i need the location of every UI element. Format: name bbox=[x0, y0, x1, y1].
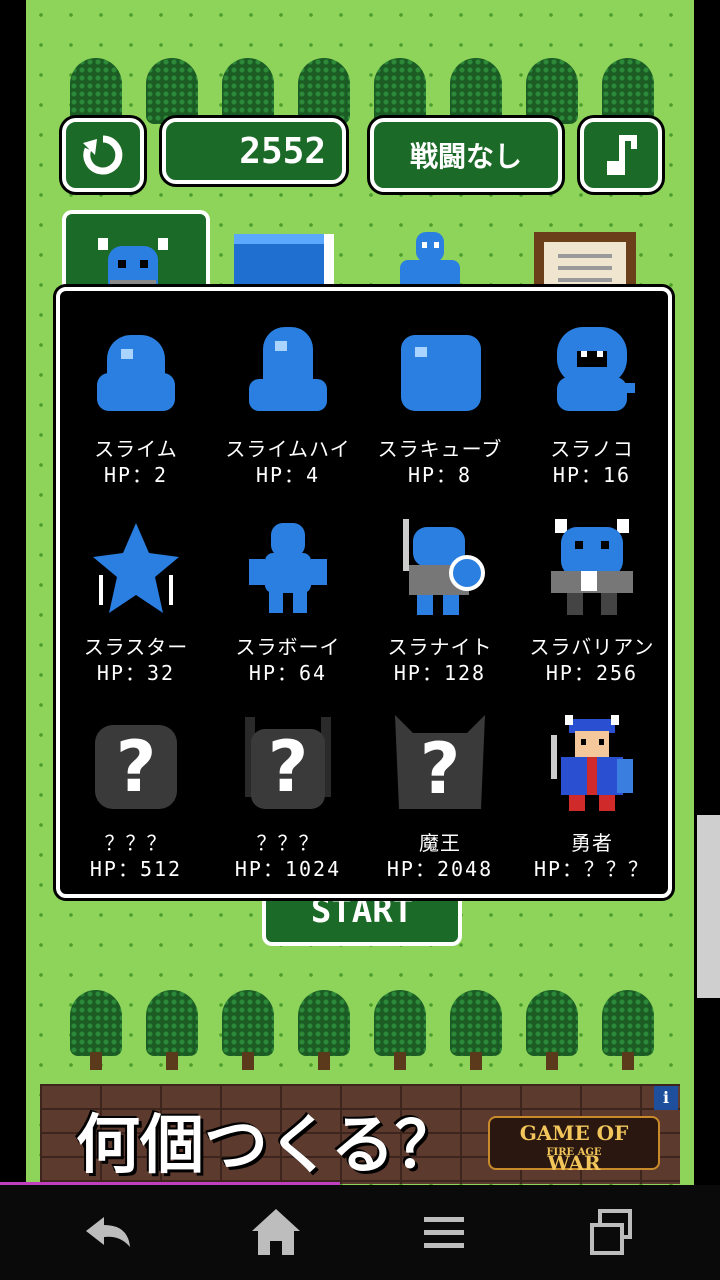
monster-hp: HP：16 bbox=[552, 463, 632, 487]
tree-icon bbox=[522, 990, 582, 1070]
back-arrow-icon bbox=[86, 1217, 130, 1247]
right-edge bbox=[694, 0, 720, 1185]
monster-name: 勇者 bbox=[571, 831, 613, 855]
monster-hp: HP：？？？ bbox=[533, 857, 651, 881]
notice-board-icon bbox=[534, 232, 636, 292]
ad-logo: GAME OF WAR FIRE AGE bbox=[488, 1116, 660, 1175]
monster-card[interactable]: スラノコ HP：16 bbox=[516, 301, 668, 497]
reset-button[interactable] bbox=[62, 118, 144, 192]
tree-icon bbox=[294, 990, 354, 1070]
start-button[interactable]: START bbox=[262, 892, 462, 946]
monster-name: スラキューブ bbox=[377, 437, 503, 461]
cube-slime-icon bbox=[401, 335, 481, 411]
music-button[interactable] bbox=[580, 118, 662, 192]
left-edge bbox=[0, 0, 26, 1185]
tall-slime-icon bbox=[249, 327, 327, 411]
monster-name: スラバリアン bbox=[529, 635, 655, 659]
monster-card[interactable]: スラボーイ HP：64 bbox=[212, 499, 364, 695]
monster-name: ？？？ bbox=[256, 831, 320, 855]
home-icon bbox=[252, 1209, 300, 1255]
monster-card[interactable]: スライムハイ HP：4 bbox=[212, 301, 364, 497]
music-note-icon bbox=[607, 135, 637, 175]
slime-icon bbox=[97, 335, 175, 411]
monster-card[interactable]: スラキューブ HP：8 bbox=[364, 301, 516, 497]
monster-card[interactable]: スラバリアン HP：256 bbox=[516, 499, 668, 695]
scrollbar[interactable] bbox=[697, 815, 720, 998]
tree-icon bbox=[66, 990, 126, 1070]
monster-name: スライムハイ bbox=[225, 437, 351, 461]
svg-text:?: ? bbox=[116, 726, 157, 808]
star-slime-icon bbox=[93, 523, 179, 613]
svg-text:?: ? bbox=[420, 728, 461, 810]
locked-monster-icon: ? bbox=[245, 717, 331, 809]
home-button[interactable] bbox=[246, 1203, 306, 1263]
back-button[interactable] bbox=[78, 1203, 138, 1263]
ad-headline: 何個つくる？ bbox=[76, 1109, 459, 1183]
tree-icon bbox=[142, 990, 202, 1070]
monster-name: スラスター bbox=[83, 635, 189, 659]
refresh-icon bbox=[83, 135, 123, 175]
slime-icon bbox=[400, 232, 460, 290]
svg-text:?: ? bbox=[268, 726, 309, 808]
battle-mode-button[interactable]: 戦闘なし bbox=[370, 118, 562, 192]
monster-list-panel: スライム HP：2 スライムハイ HP：4 スラキューブ HP：8 スラノコ H… bbox=[56, 287, 672, 898]
slime-barbarian-icon bbox=[551, 519, 633, 615]
monster-name: スラボーイ bbox=[235, 635, 341, 659]
monster-card[interactable]: スラスター HP：32 bbox=[60, 499, 212, 695]
monster-card[interactable]: スラナイト HP：128 bbox=[364, 499, 516, 695]
locked-monster-icon: ? bbox=[95, 725, 177, 809]
monster-name: ？？？ bbox=[104, 831, 168, 855]
recent-apps-icon bbox=[590, 1209, 632, 1255]
snake-slime-icon bbox=[557, 327, 635, 411]
hero-icon bbox=[551, 715, 633, 811]
ad-banner[interactable]: 何個つくる？ GAME OF WAR FIRE AGE bbox=[40, 1084, 680, 1184]
monster-card[interactable]: ? ？？？ HP：512 bbox=[60, 695, 212, 891]
tree-icon bbox=[218, 990, 278, 1070]
monster-name: スラノコ bbox=[550, 437, 634, 461]
monster-card[interactable]: ? 魔王 HP：2048 bbox=[364, 695, 516, 891]
slime-boy-icon bbox=[249, 523, 327, 613]
tree-icon bbox=[370, 990, 430, 1070]
score-display: 2552 bbox=[162, 118, 346, 184]
battle-mode-label: 戦闘なし bbox=[409, 140, 522, 173]
monster-card[interactable]: 勇者 HP：？？？ bbox=[516, 695, 668, 891]
ad-info-icon[interactable]: i bbox=[654, 1086, 678, 1110]
monster-name: スライム bbox=[94, 437, 178, 461]
monster-hp: HP：256 bbox=[545, 661, 639, 685]
monster-card[interactable]: スライム HP：2 bbox=[60, 301, 212, 497]
monster-name: スラナイト bbox=[387, 635, 493, 659]
monster-name: 魔王 bbox=[419, 831, 461, 855]
tree-icon bbox=[598, 990, 658, 1070]
system-nav-bar bbox=[0, 1185, 720, 1280]
recent-apps-button[interactable] bbox=[582, 1203, 642, 1263]
tree-icon bbox=[446, 990, 506, 1070]
book-icon bbox=[234, 234, 334, 294]
demon-lord-silhouette-icon: ? bbox=[395, 715, 485, 810]
ad-logo-subtitle: FIRE AGE bbox=[546, 1147, 602, 1158]
score-value: 2552 bbox=[239, 130, 326, 172]
menu-icon bbox=[424, 1217, 464, 1248]
menu-button[interactable] bbox=[414, 1203, 474, 1263]
slime-knight-icon bbox=[403, 519, 485, 615]
monster-card[interactable]: ? ？？？ HP：1024 bbox=[212, 695, 364, 891]
